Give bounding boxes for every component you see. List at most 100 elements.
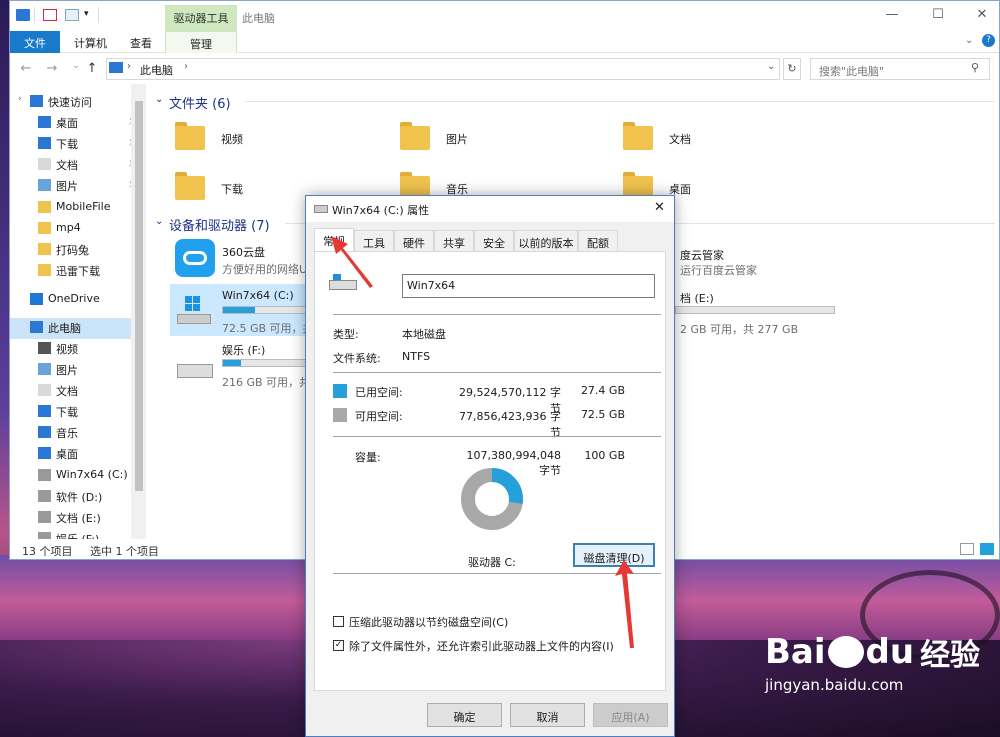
close-icon[interactable]: ✕: [654, 200, 665, 215]
sidebar-item[interactable]: 文档 (E:): [10, 507, 130, 527]
breadcrumb-separator-icon: ›: [184, 61, 188, 72]
sidebar-item-label: 文档 (E:): [56, 512, 101, 525]
sidebar-item[interactable]: 打码兔: [10, 239, 130, 259]
watermark-brand-suffix: du: [865, 632, 915, 672]
help-icon[interactable]: ?: [982, 34, 995, 47]
drive-usage-bar: [675, 306, 835, 314]
sidebar-item[interactable]: 此电脑: [10, 317, 130, 337]
divider: [333, 314, 661, 315]
breadcrumb[interactable]: 此电脑: [140, 62, 173, 78]
index-checkbox[interactable]: ✓: [333, 640, 344, 651]
search-input[interactable]: 搜索"此电脑": [810, 58, 990, 80]
ribbon-expand-icon[interactable]: ⌄: [965, 35, 973, 46]
tab-4[interactable]: 安全: [474, 230, 514, 251]
tab-3[interactable]: 共享: [434, 230, 474, 251]
drive-icon: [314, 205, 328, 213]
annotation-arrow-tab: [331, 236, 373, 288]
drive-label-input[interactable]: Win7x64: [402, 274, 655, 298]
folder-icon: [38, 243, 51, 255]
sidebar-item[interactable]: 图片📌: [10, 175, 139, 195]
sidebar-item[interactable]: OneDrive: [10, 289, 130, 309]
close-button[interactable]: ✕: [967, 7, 997, 25]
sidebar-item[interactable]: mp4: [10, 218, 130, 238]
folders-group-header[interactable]: 文件夹 (6): [169, 93, 231, 112]
up-arrow-icon[interactable]: ↑: [84, 61, 100, 77]
tab-6[interactable]: 配额: [578, 230, 618, 251]
folder-name[interactable]: 图片: [446, 131, 468, 147]
properties-icon[interactable]: [43, 9, 57, 21]
folder-icon[interactable]: [175, 120, 205, 150]
sidebar-item[interactable]: 桌面: [10, 443, 130, 463]
tab-file[interactable]: 文件: [10, 31, 60, 53]
folder-name[interactable]: 视频: [221, 131, 243, 147]
sidebar-item[interactable]: 快速访问: [10, 91, 130, 111]
folder-icon[interactable]: [623, 120, 653, 150]
drive-usage-fill: [223, 360, 241, 366]
drives-group-header[interactable]: 设备和驱动器 (7): [169, 215, 270, 234]
index-label[interactable]: 除了文件属性外，还允许索引此驱动器上文件的内容(I): [349, 638, 614, 654]
forward-arrow-icon[interactable]: →: [44, 61, 60, 77]
sidebar-item[interactable]: 图片: [10, 359, 130, 379]
status-selected-count: 选中 1 个项目: [90, 545, 159, 558]
tab-computer[interactable]: 计算机: [62, 31, 119, 53]
drive-name[interactable]: 档 (E:): [680, 290, 714, 306]
ok-button[interactable]: 确定: [427, 703, 502, 727]
paw-icon: [827, 636, 864, 668]
drive-name[interactable]: 度云管家: [680, 247, 724, 263]
sidebar-item[interactable]: 软件 (D:): [10, 486, 130, 506]
sidebar-item-label: 此电脑: [48, 322, 81, 335]
tab-manage[interactable]: 管理: [165, 31, 237, 53]
divider: [245, 101, 995, 102]
tab-5[interactable]: 以前的版本: [514, 230, 578, 251]
folder-name[interactable]: 文档: [669, 131, 691, 147]
drive-name[interactable]: 娱乐 (F:): [222, 342, 265, 358]
sidebar-item[interactable]: 音乐: [10, 422, 130, 442]
drive-name[interactable]: 360云盘: [222, 244, 265, 260]
maximize-button[interactable]: ☐: [923, 7, 953, 25]
address-history-icon[interactable]: ⌄: [767, 61, 775, 72]
compress-checkbox[interactable]: [333, 616, 344, 627]
star-icon: [30, 95, 43, 107]
back-arrow-icon[interactable]: ←: [18, 61, 34, 77]
drive-name[interactable]: Win7x64 (C:): [222, 289, 294, 302]
tab-2[interactable]: 硬件: [394, 230, 434, 251]
used-space-gb: 27.4 GB: [580, 384, 625, 397]
free-space-label: 可用空间:: [355, 410, 403, 423]
sidebar-item[interactable]: 文档: [10, 380, 130, 400]
scrollbar-thumb[interactable]: [135, 101, 143, 491]
music-icon: [38, 426, 51, 438]
sidebar-item[interactable]: 下载: [10, 401, 130, 421]
recent-dropdown-icon[interactable]: ⌄: [68, 61, 84, 77]
search-icon: ⚲: [971, 61, 980, 74]
folder-name[interactable]: 下载: [221, 181, 243, 197]
folder-icon[interactable]: [400, 120, 430, 150]
drive-icon: [38, 511, 51, 523]
compress-label[interactable]: 压缩此驱动器以节约磁盘空间(C): [349, 614, 508, 630]
address-bar[interactable]: [106, 58, 780, 80]
sidebar-item[interactable]: MobileFile: [10, 197, 130, 217]
divider: [34, 7, 35, 23]
large-icons-view-icon[interactable]: [980, 543, 994, 555]
collapse-chevron-icon[interactable]: ⌄: [155, 94, 163, 105]
drive-desc: 方便好用的网络U盘: [222, 263, 319, 276]
tab-view[interactable]: 查看: [118, 31, 164, 53]
sidebar-item[interactable]: 文档📌: [10, 154, 139, 174]
new-folder-icon[interactable]: [65, 9, 79, 21]
refresh-icon[interactable]: ↻: [783, 58, 801, 80]
sidebar-item[interactable]: 下载📌: [10, 133, 139, 153]
apply-button[interactable]: 应用(A): [593, 703, 668, 727]
folder-icon: [38, 264, 51, 276]
details-view-icon[interactable]: [960, 543, 974, 555]
chevron-down-icon[interactable]: ▾: [84, 9, 89, 19]
cancel-button[interactable]: 取消: [510, 703, 585, 727]
picture-icon: [38, 179, 51, 191]
sidebar-item[interactable]: 桌面📌: [10, 112, 139, 132]
dialog-titlebar: Win7x64 (C:) 属性 ✕: [306, 196, 674, 222]
folder-icon[interactable]: [175, 170, 205, 200]
collapse-chevron-icon[interactable]: ⌄: [155, 216, 163, 227]
sidebar-item[interactable]: 迅雷下载: [10, 260, 130, 280]
sidebar-item[interactable]: 视频: [10, 338, 130, 358]
annotation-arrow-cleanup: [615, 560, 634, 648]
sidebar-item[interactable]: Win7x64 (C:): [10, 465, 130, 485]
minimize-button[interactable]: —: [877, 7, 907, 25]
